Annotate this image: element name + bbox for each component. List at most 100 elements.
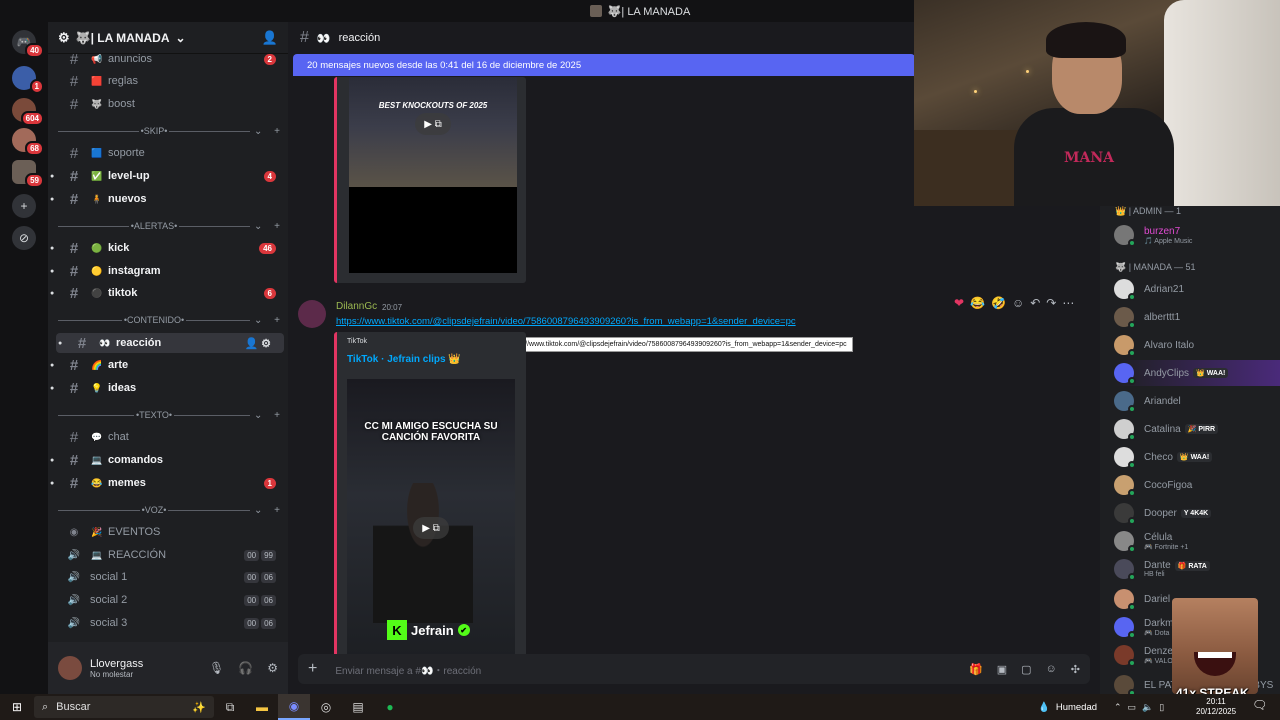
chevron-down-icon[interactable]: ⌄ [254, 505, 262, 516]
server-icon[interactable]: 1 [12, 66, 44, 94]
message-author[interactable]: DilannGc [336, 301, 377, 312]
attach-icon[interactable]: + [308, 660, 317, 678]
video-player[interactable]: CC MI AMIGO ESCUCHA SU CANCIÓN FAVORITA … [347, 379, 515, 668]
channel-item-reaccion[interactable]: ● # 👀 reacción 👤⚙ [56, 333, 284, 353]
gear-icon[interactable]: ⚙ [58, 30, 70, 46]
member-item[interactable]: AndyClips 👑 WAA! [1114, 360, 1280, 386]
voice-channel-item[interactable]: ◉ 🎉 EVENTOS [48, 522, 288, 542]
gif-icon[interactable]: ▣ [997, 663, 1007, 676]
channel-settings-icon[interactable]: 👤⚙ [244, 337, 274, 350]
chevron-down-icon[interactable]: ⌄ [254, 221, 262, 232]
chevron-down-icon[interactable]: ⌄ [254, 126, 262, 137]
explore-icon[interactable]: ⊘ [12, 226, 36, 250]
play-icon[interactable]: ▶ ⧉ [415, 113, 451, 135]
channel-item-level-up[interactable]: ● # ✅ level-up 4 [48, 166, 288, 186]
channel-item-anuncios[interactable]: # 📢 anuncios 2 [48, 54, 288, 69]
member-item[interactable]: CocoFigoa [1114, 472, 1280, 498]
composer-placeholder[interactable]: Enviar mensaje a #👀・reacción [335, 662, 481, 677]
channel-item-memes[interactable]: ● # 😂 memes 1 [48, 473, 288, 493]
member-item[interactable]: Dooper Y 4K4K [1114, 500, 1280, 526]
voice-channel-item[interactable]: 🔊 social 3 00 06 [48, 613, 288, 633]
task-view-icon[interactable]: ⧉ [214, 694, 246, 720]
add-reaction-icon[interactable]: ☺ [1012, 296, 1024, 310]
add-channel-icon[interactable]: + [274, 126, 280, 137]
discord-home-icon[interactable]: 🎮 40 [12, 30, 44, 58]
voice-channel-item[interactable]: 🔊 social 1 00 06 [48, 567, 288, 587]
play-icon[interactable]: ▶ ⧉ [413, 517, 449, 539]
add-channel-icon[interactable]: + [274, 410, 280, 421]
category-header[interactable]: •VOZ• ⌄ + [58, 503, 280, 517]
microphone-icon[interactable]: 🎙 [209, 661, 224, 675]
obs-taskbar-icon[interactable]: ◎ [310, 694, 342, 720]
settings-icon[interactable]: ⚙ [267, 661, 278, 675]
more-icon[interactable]: ⋯ [1062, 296, 1074, 310]
member-item[interactable]: Checo 👑 WAA! [1114, 444, 1280, 470]
rofl-reaction-icon[interactable]: 🤣 [991, 296, 1006, 310]
channel-item-reglas[interactable]: # 🟥 reglas [48, 71, 288, 91]
add-channel-icon[interactable]: + [274, 505, 280, 516]
server-icon-active[interactable]: 59 [12, 160, 44, 188]
embed-title[interactable]: TikTok · Jefrain clips 👑 [347, 354, 461, 365]
reply-icon[interactable]: ↶ [1030, 296, 1040, 310]
member-item[interactable]: Célula 🎮 Fortnite +1 [1114, 528, 1280, 554]
network-icon[interactable]: ▭ [1128, 702, 1137, 713]
voice-channel-item[interactable]: 🔊 💻 REACCIÓN 00 99 [48, 545, 288, 565]
voice-channel-item[interactable]: 🔊 social 2 00 06 [48, 590, 288, 610]
server-icon[interactable]: 68 [12, 128, 44, 156]
add-channel-icon[interactable]: + [274, 315, 280, 326]
emoji-icon[interactable]: ☺ [1046, 663, 1057, 676]
channel-item-tiktok[interactable]: ● # ⚫ tiktok 6 [48, 283, 288, 303]
apps-icon[interactable]: ✣ [1071, 663, 1080, 676]
channel-item-nuevos[interactable]: ● # 🧍 nuevos [48, 189, 288, 209]
member-item[interactable]: alberttt1 [1114, 304, 1280, 330]
message-composer[interactable]: + Enviar mensaje a #👀・reacción 🎁 ▣ ▢ ☺ ✣ [298, 654, 1090, 684]
channel-item-boost[interactable]: # 🐺 boost [48, 94, 288, 114]
spotify-taskbar-icon[interactable]: ● [374, 694, 406, 720]
heart-reaction-icon[interactable]: ❤ [954, 296, 964, 310]
message-link[interactable]: https://www.tiktok.com/@clipsdejefrain/v… [336, 316, 796, 327]
member-item[interactable]: burzen7 🎵 Apple Music [1114, 222, 1280, 248]
chevron-down-icon[interactable]: ⌄ [254, 410, 262, 421]
chevron-up-icon[interactable]: ⌃ [1114, 702, 1122, 713]
member-item[interactable]: Alvaro Italo [1114, 332, 1280, 358]
notepad-taskbar-icon[interactable]: ▤ [342, 694, 374, 720]
taskbar-search[interactable]: ⌕ Buscar ✨ [34, 696, 214, 718]
volume-icon[interactable]: 🔈 [1142, 702, 1153, 713]
chevron-down-icon[interactable]: ⌄ [176, 31, 186, 45]
category-header[interactable]: •SKIP• ⌄ + [58, 124, 280, 138]
clock[interactable]: 20:11 20/12/2025 [1196, 697, 1236, 717]
sticker-icon[interactable]: ▢ [1021, 663, 1031, 676]
member-item[interactable]: Catalina 🎉 PIRR [1114, 416, 1280, 442]
weather-widget[interactable]: 💧 Humedad [1038, 694, 1097, 720]
server-icon[interactable]: 604 [12, 98, 44, 126]
member-item[interactable]: Ariandel [1114, 388, 1280, 414]
channel-item-chat[interactable]: # 💬 chat [48, 427, 288, 447]
channel-item-kick[interactable]: ● # 🟢 kick 46 [48, 238, 288, 258]
windows-start-icon[interactable]: ⊞ [0, 700, 34, 714]
gift-icon[interactable]: 🎁 [969, 663, 983, 676]
chevron-down-icon[interactable]: ⌄ [254, 315, 262, 326]
battery-icon[interactable]: ▯ [1159, 702, 1164, 713]
category-header[interactable]: •ALERTAS• ⌄ + [58, 219, 280, 233]
discord-taskbar-icon[interactable]: ◉ [278, 694, 310, 720]
category-header[interactable]: •TEXTO• ⌄ + [58, 408, 280, 422]
add-server-icon[interactable]: + [12, 194, 36, 218]
laugh-reaction-icon[interactable]: 😂 [970, 296, 985, 310]
notification-icon[interactable]: 🗨 [1252, 698, 1267, 712]
channel-item-instagram[interactable]: ● # 🟡 instagram [48, 261, 288, 281]
file-explorer-icon[interactable]: ▬ [246, 694, 278, 720]
channel-item-arte[interactable]: ● # 🌈 arte [48, 355, 288, 375]
member-item[interactable]: Adrian21 [1114, 276, 1280, 302]
avatar[interactable] [298, 300, 326, 328]
avatar[interactable] [58, 656, 82, 680]
video-player[interactable]: BEST KNOCKOUTS OF 2025 ▶ ⧉ [349, 77, 517, 273]
forward-icon[interactable]: ↷ [1046, 296, 1056, 310]
category-header[interactable]: •CONTENIDO• ⌄ + [58, 313, 280, 327]
channel-item-comandos[interactable]: ● # 💻 comandos [48, 450, 288, 470]
guild-header[interactable]: ⚙ 🐺| LA MANADA ⌄ 👤 [48, 22, 288, 54]
channel-item-soporte[interactable]: # 🟦 soporte [48, 143, 288, 163]
headphones-icon[interactable]: 🎧 [238, 661, 253, 675]
new-messages-bar[interactable]: 20 mensajes nuevos desde las 0:41 del 16… [293, 54, 915, 76]
add-user-icon[interactable]: 👤 [262, 30, 278, 46]
add-channel-icon[interactable]: + [274, 221, 280, 232]
